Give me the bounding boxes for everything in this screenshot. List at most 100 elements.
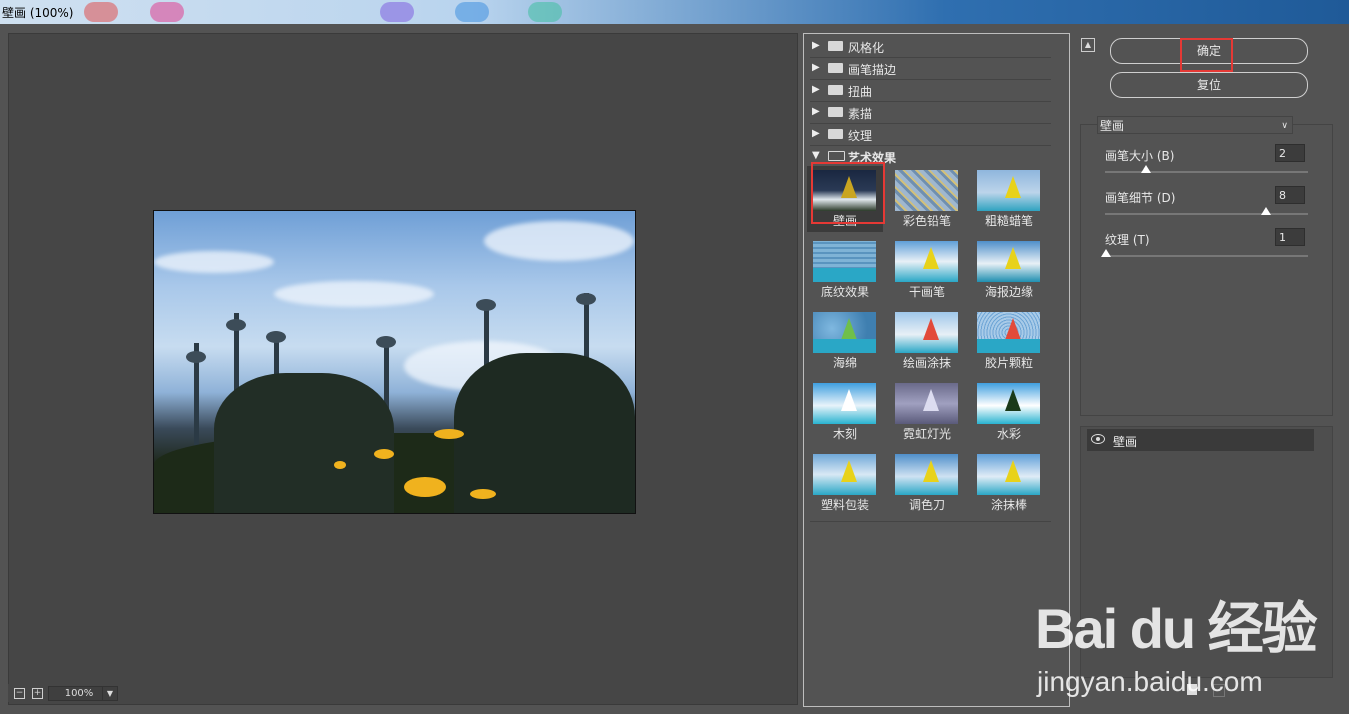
thumbnail-label: 涂抹棒 [990,498,1027,512]
category-sketch[interactable]: ▶ 素描 [810,102,1051,124]
reset-button[interactable]: 复位 [1110,72,1308,98]
watermark-brand: Bai du 经验 [1035,597,1318,660]
thumbnail-label: 胶片颗粒 [984,356,1033,370]
thumbnail-label: 水彩 [996,427,1021,441]
thumbnail-image [895,383,958,424]
taskbar-icon [455,2,489,22]
zoom-out-button[interactable]: − [14,688,25,699]
title-bar: 壁画 (100%) [0,0,1349,24]
filter-thumb-dry-brush[interactable]: 干画笔 [889,237,965,303]
category-label: 素描 [848,107,873,121]
watermark-url: jingyan.baidu.com [1037,666,1263,697]
thumbnail-image [977,241,1040,282]
category-distort[interactable]: ▶ 扭曲 [810,80,1051,102]
open-folder-icon [828,151,845,161]
filter-thumb-poster-edges[interactable]: 海报边缘 [971,237,1047,303]
thumbnail-label: 绘画涂抹 [902,356,951,370]
category-stylize[interactable]: ▶ 风格化 [810,36,1051,58]
slider-knob[interactable] [1101,249,1111,257]
slider-track[interactable] [1105,255,1308,257]
param-label: 纹理 (T) [1105,233,1150,247]
preview-area[interactable] [8,33,798,705]
filter-thumb-rough-pastels[interactable]: 粗糙蜡笔 [971,166,1047,232]
zoom-level[interactable]: 100% [48,686,110,701]
param-value-input[interactable]: 1 [1275,228,1305,246]
filter-thumb-colored-pencil[interactable]: 彩色铅笔 [889,166,965,232]
thumbnail-label: 底纹效果 [820,285,869,299]
thumbnail-image [977,454,1040,495]
param-label: 画笔大小 (B) [1105,149,1175,163]
filter-thumb-paint-daubs[interactable]: 绘画涂抹 [889,308,965,374]
filter-thumb-watercolor[interactable]: 水彩 [971,379,1047,445]
thumbnail-image [813,383,876,424]
folder-icon [828,129,843,139]
category-label: 纹理 [848,129,873,143]
filter-thumb-film-grain[interactable]: 胶片颗粒 [971,308,1047,374]
effect-layer[interactable]: 壁画 [1087,429,1314,451]
expand-arrow-icon: ▶ [812,84,820,95]
category-label: 扭曲 [848,85,873,99]
slider-track[interactable] [1105,171,1308,173]
filter-thumb-smudge-stick[interactable]: 涂抹棒 [971,450,1047,516]
collapse-gallery-icon[interactable]: ▲ [1081,38,1095,52]
filter-thumb-sponge[interactable]: 海绵 [807,308,883,374]
gallery-divider [810,521,1051,522]
thumbnail-label: 塑料包装 [820,498,869,512]
layer-name: 壁画 [1113,435,1138,449]
slider-knob[interactable] [1261,207,1271,215]
thumbnail-label: 海绵 [832,356,857,370]
taskbar-icon [84,2,118,22]
category-brush-strokes[interactable]: ▶ 画笔描边 [810,58,1051,80]
filter-select[interactable]: 壁画 ∨ [1097,116,1293,134]
thumbnail-label: 粗糙蜡笔 [984,214,1033,228]
thumbnail-label: 海报边缘 [984,285,1033,299]
highlight-box [811,162,885,224]
param-brush-detail: 画笔细节 (D) 8 [1105,186,1315,229]
slider-knob[interactable] [1141,165,1151,173]
thumbnail-image [977,383,1040,424]
thumbnail-image [813,312,876,353]
folder-icon [828,85,843,95]
thumbnail-label: 彩色铅笔 [902,214,951,228]
thumbnail-image [977,170,1040,211]
watermark: Bai du 经验 jingyan.baidu.com [1035,584,1335,714]
param-value-input[interactable]: 8 [1275,186,1305,204]
filter-thumb-palette-knife[interactable]: 调色刀 [889,450,965,516]
thumbnail-image [895,241,958,282]
filter-thumb-plastic-wrap[interactable]: 塑料包装 [807,450,883,516]
thumbnail-image [895,312,958,353]
thumbnail-label: 调色刀 [908,498,945,512]
expand-arrow-icon: ▶ [812,40,820,51]
thumbnail-image [895,170,958,211]
param-texture: 纹理 (T) 1 [1101,228,1315,271]
category-label: 风格化 [848,41,885,55]
slider-track[interactable] [1105,213,1308,215]
collapse-arrow-icon: ▼ [812,150,820,161]
thumbnail-label: 霓虹灯光 [902,427,951,441]
taskbar-icon [380,2,414,22]
taskbar-icon [528,2,562,22]
category-texture[interactable]: ▶ 纹理 [810,124,1051,146]
highlight-box [1180,38,1233,72]
thumbnail-image [813,241,876,282]
filter-thumb-underpainting[interactable]: 底纹效果 [807,237,883,303]
chevron-down-icon: ∨ [1281,121,1288,131]
filter-thumb-cutout[interactable]: 木刻 [807,379,883,445]
expand-arrow-icon: ▶ [812,128,820,139]
expand-arrow-icon: ▶ [812,106,820,117]
filter-thumb-neon-glow[interactable]: 霓虹灯光 [889,379,965,445]
visibility-eye-icon[interactable] [1091,434,1105,444]
param-label: 画笔细节 (D) [1105,191,1176,205]
folder-icon [828,107,843,117]
filter-gallery: ▶ 风格化 ▶ 画笔描边 ▶ 扭曲 ▶ 素描 ▶ 纹理 ▼ 艺术效果 壁画 彩色… [803,33,1070,707]
preview-image [153,210,636,514]
thumbnail-label: 干画笔 [908,285,945,299]
zoom-dropdown-icon[interactable]: ▼ [102,686,118,701]
category-label: 画笔描边 [848,63,897,77]
param-value-input[interactable]: 2 [1275,144,1305,162]
zoom-in-button[interactable]: + [32,688,43,699]
expand-arrow-icon: ▶ [812,62,820,73]
thumbnail-image [895,454,958,495]
param-brush-size: 画笔大小 (B) 2 [1105,144,1315,187]
window-title: 壁画 (100%) [2,6,74,20]
